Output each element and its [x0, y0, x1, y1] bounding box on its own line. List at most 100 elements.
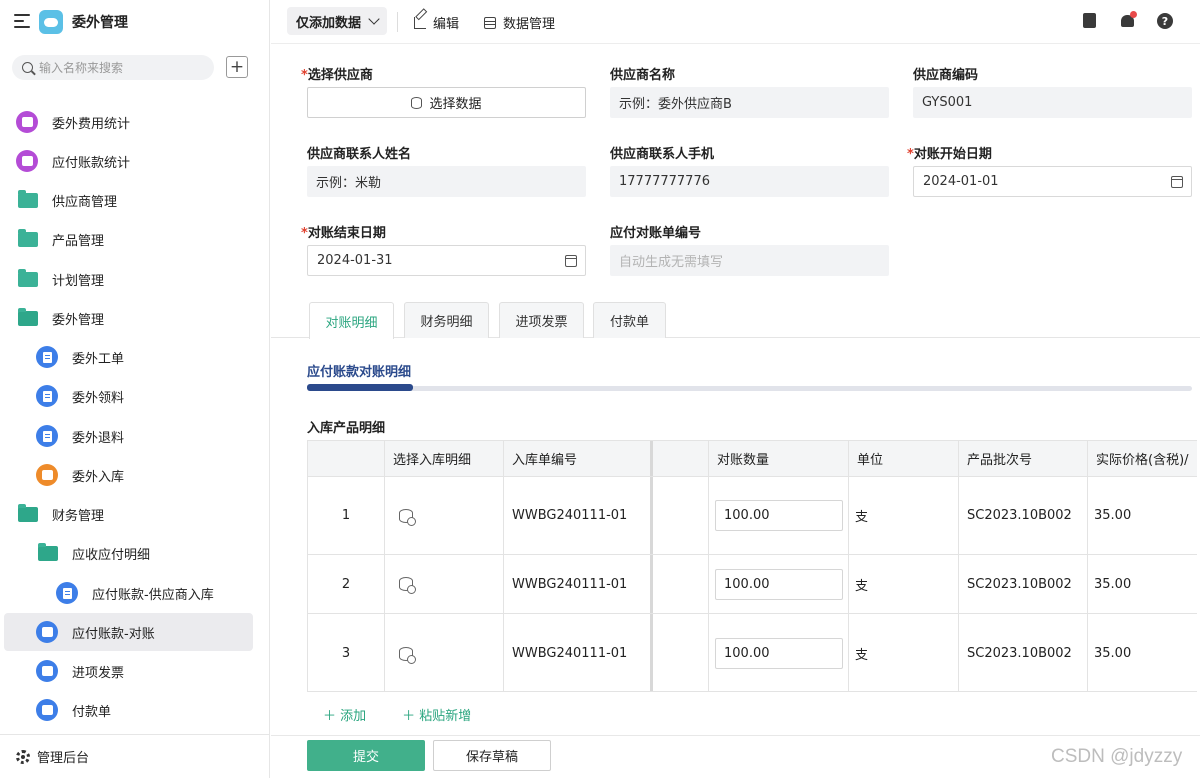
app-title: 委外管理: [72, 15, 128, 31]
bill-number-label: 应付对账单编号: [610, 226, 702, 241]
sidebar-item-outsourcing-return[interactable]: 委外退料: [4, 417, 253, 455]
folder-open-icon: [38, 542, 58, 561]
qty-cell: 100.00: [709, 477, 849, 554]
subtab-payable-reconciliation[interactable]: 应付账款对账明细: [307, 361, 411, 380]
price-cell: 35.00: [1088, 555, 1197, 613]
select-inbound-cell[interactable]: [385, 555, 504, 613]
end-date-input[interactable]: 2024-01-31: [307, 245, 586, 276]
sidebar-item-supplier-management[interactable]: 供应商管理: [4, 181, 253, 219]
contact-phone-label: 供应商联系人手机: [610, 147, 715, 162]
sidebar-item-payable-reconciliation[interactable]: 应付账款-对账: [4, 613, 253, 651]
watermark: CSDN @jdyzzy: [1051, 746, 1183, 767]
batch-cell: SC2023.10B002: [959, 477, 1088, 554]
main-content: *选择供应商 选择数据 供应商名称 示例：委外供应商B 供应商编码 GYS001…: [271, 45, 1200, 778]
data-management-label: 数据管理: [503, 17, 556, 32]
header-unit: 单位: [849, 441, 959, 476]
sidebar-item-receivable-payable-details[interactable]: 应收应付明细: [4, 534, 253, 572]
app-logo-icon: [39, 10, 63, 34]
select-inbound-cell[interactable]: [385, 614, 504, 691]
calendar-icon[interactable]: [565, 255, 577, 267]
sidebar-item-finance-management[interactable]: 财务管理: [4, 495, 253, 533]
mode-dropdown[interactable]: 仅添加数据: [287, 7, 387, 35]
sidebar-item-product-management[interactable]: 产品管理: [4, 220, 253, 258]
document-icon: [56, 582, 78, 604]
pencil-icon: [414, 16, 426, 29]
sidebar-item-payable-stats[interactable]: 应付账款统计: [4, 142, 253, 180]
sidebar-item-label: 委外入库: [72, 469, 125, 485]
sidebar-item-label: 付款单: [72, 704, 112, 720]
home-upload-icon: [36, 621, 58, 643]
data-management-button[interactable]: 数据管理: [484, 13, 555, 32]
submit-button[interactable]: 提交: [307, 740, 425, 771]
sidebar-item-outsourcing-order[interactable]: 委外工单: [4, 338, 253, 376]
sidebar-item-label: 委外领料: [72, 390, 125, 406]
admin-console-link[interactable]: 管理后台: [0, 734, 270, 778]
qty-input[interactable]: 100.00: [715, 500, 843, 531]
table-actions: ＋ 添加 ＋ 粘贴新增: [323, 705, 507, 724]
header-price: 实际价格(含税)/: [1088, 441, 1197, 476]
sidebar-item-label: 委外管理: [52, 312, 105, 328]
save-draft-button[interactable]: 保存草稿: [433, 740, 551, 771]
sidebar-item-label: 应付账款-对账: [72, 626, 155, 642]
bill-number-field: 自动生成无需填写: [610, 245, 889, 276]
unit-cell: 支: [849, 555, 959, 613]
batch-cell: SC2023.10B002: [959, 555, 1088, 613]
inbound-product-table: 选择入库明细 入库单编号 对账数量 单位 产品批次号 实际价格(含税)/ 1 W…: [307, 440, 1197, 692]
supplier-code-field: GYS001: [913, 87, 1192, 118]
help-icon[interactable]: ?: [1157, 13, 1173, 29]
sidebar-item-label: 供应商管理: [52, 194, 118, 210]
tab-payment-order[interactable]: 付款单: [593, 302, 666, 338]
database-select-icon[interactable]: [399, 508, 416, 526]
tab-reconciliation-details[interactable]: 对账明细: [309, 302, 394, 339]
receipt-no-cell: WWBG240111-01: [504, 614, 653, 691]
sidebar-item-partial[interactable]: [4, 84, 253, 92]
search-placeholder: 输入名称来搜索: [39, 61, 124, 75]
top-toolbar: 仅添加数据 编辑 数据管理 ?: [271, 0, 1200, 44]
supplier-code-label: 供应商编码: [913, 68, 979, 83]
menu-icon[interactable]: [14, 14, 30, 28]
qty-input[interactable]: 100.00: [715, 568, 843, 600]
table-header: 选择入库明细 入库单编号 对账数量 单位 产品批次号 实际价格(含税)/: [308, 441, 1197, 477]
edit-button[interactable]: 编辑: [414, 13, 459, 32]
row-index: 3: [308, 614, 385, 691]
sidebar-item-input-invoice[interactable]: 进项发票: [4, 652, 253, 690]
add-row-button[interactable]: ＋ 添加: [323, 705, 384, 724]
bell-icon[interactable]: [1120, 11, 1137, 29]
sidebar-item-outsourcing-picking[interactable]: 委外领料: [4, 377, 253, 415]
supplier-name-field: 示例：委外供应商B: [610, 87, 889, 118]
database-select-icon[interactable]: [399, 646, 416, 664]
book-icon[interactable]: [1083, 13, 1096, 28]
warehouse-icon: [36, 464, 58, 486]
calendar-icon[interactable]: [1171, 176, 1183, 188]
sidebar-item-label: 委外费用统计: [52, 116, 131, 132]
add-item-button[interactable]: +: [226, 56, 248, 78]
paste-add-button[interactable]: ＋ 粘贴新增: [402, 705, 489, 724]
section-title: 入库产品明细: [307, 421, 386, 436]
price-cell: 35.00: [1088, 477, 1197, 554]
sidebar-item-outsourcing-management[interactable]: 委外管理: [4, 299, 253, 337]
sidebar-item-plan-management[interactable]: 计划管理: [4, 260, 253, 298]
qty-input[interactable]: 100.00: [715, 638, 843, 669]
tab-finance-details[interactable]: 财务明细: [404, 302, 489, 338]
select-inbound-cell[interactable]: [385, 477, 504, 554]
sidebar-item-outsourcing-inbound[interactable]: 委外入库: [4, 456, 253, 494]
contact-name-label: 供应商联系人姓名: [307, 147, 412, 162]
gear-icon: [16, 749, 30, 764]
search-icon: [22, 62, 33, 73]
select-data-button[interactable]: 选择数据: [307, 87, 586, 118]
sidebar-nav: 委外费用统计 应付账款统计 供应商管理 产品管理 计划管理 委外管理 委外工单: [0, 84, 270, 732]
sidebar-item-payment-order[interactable]: 付款单: [4, 691, 253, 729]
search-input[interactable]: 输入名称来搜索: [12, 55, 214, 80]
wallet-icon: [36, 660, 58, 682]
sidebar-item-outsourcing-cost-stats[interactable]: 委外费用统计: [4, 103, 253, 141]
contact-phone-field: 17777777776: [610, 166, 889, 197]
blank-cell: [653, 477, 709, 554]
database-select-icon[interactable]: [399, 577, 416, 594]
qty-cell: 100.00: [709, 614, 849, 691]
sidebar-item-payable-supplier-inbound[interactable]: 应付账款-供应商入库: [4, 574, 253, 612]
sidebar-item-label: 委外退料: [72, 430, 125, 446]
select-data-label: 选择数据: [429, 97, 482, 112]
tab-input-invoice[interactable]: 进项发票: [499, 302, 584, 338]
start-date-input[interactable]: 2024-01-01: [913, 166, 1192, 197]
supplier-name-label: 供应商名称: [610, 68, 676, 83]
